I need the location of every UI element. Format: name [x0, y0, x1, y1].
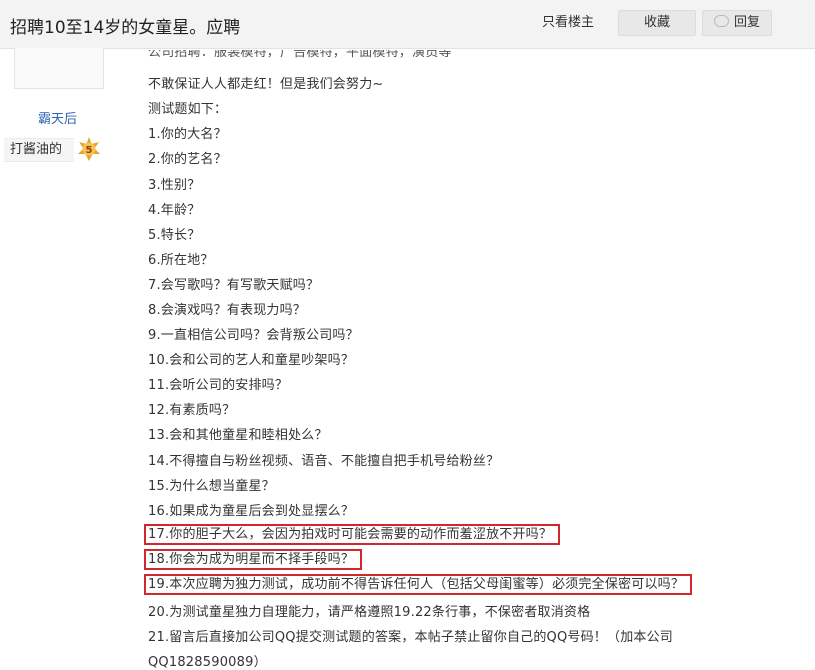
- post-line: 15.为什么想当童星？: [148, 479, 275, 494]
- post-line: 1.你的大名？: [148, 127, 227, 142]
- author-username[interactable]: 霸天后: [0, 108, 115, 127]
- thread-header: 招聘10至14岁的女童星。应聘 只看楼主 收藏 回复: [0, 0, 815, 49]
- avatar[interactable]: [14, 48, 104, 89]
- reply-button[interactable]: 回复: [702, 10, 772, 36]
- thread-title: 招聘10至14岁的女童星。应聘: [10, 18, 241, 38]
- highlighted-question-17: 17.你的胆子大么，会因为拍戏时可能会需要的动作而羞涩放不开吗？: [144, 524, 561, 545]
- level-number: 5: [86, 145, 93, 156]
- reply-button-label: 回复: [733, 15, 760, 30]
- post-line: 5.特长？: [148, 228, 201, 243]
- level-name[interactable]: 打酱油的: [4, 138, 74, 162]
- author-level: 打酱油的 5: [4, 136, 112, 162]
- post-line: 10.会和公司的艺人和童星吵架吗？: [148, 353, 355, 368]
- only-view-op-button[interactable]: 只看楼主: [528, 10, 608, 36]
- post-line: 7.会写歌吗？有写歌天赋吗？: [148, 278, 320, 293]
- post-line: 测试题如下：: [148, 102, 228, 117]
- post-line: 2.你的艺名？: [148, 152, 227, 167]
- post-line: 13.会和其他童星和睦相处么？: [148, 428, 328, 443]
- favorite-button[interactable]: 收藏: [618, 10, 696, 36]
- post-line: 20.为测试童星独力自理能力，请严格遵照19.22条行事，不保密者取消资格: [148, 605, 591, 620]
- author-sidebar: 霸天后 打酱油的 5: [0, 48, 115, 667]
- post-line: 6.所在地？: [148, 253, 214, 268]
- post-line: 不敢保证人人都走红！但是我们会努力~: [148, 77, 384, 92]
- post-line: 4.年龄？: [148, 203, 201, 218]
- reply-icon: [713, 15, 729, 27]
- post-line: 公司招聘：服装模特，广告模特，平面模特，演员等: [148, 50, 452, 60]
- post-line: 14.不得擅自与粉丝视频、语音、不能擅自把手机号给粉丝？: [148, 454, 500, 469]
- post-line: 11.会听公司的安排吗？: [148, 378, 289, 393]
- highlighted-question-19: 19.本次应聘为独力测试，成功前不得告诉任何人（包括父母闺蜜等）必须完全保密可以…: [144, 574, 693, 595]
- post-line: 3.性别？: [148, 178, 201, 193]
- post-line: 21.留言后直接加公司QQ提交测试题的答案，本帖子禁止留你自己的QQ号码！（加本…: [148, 630, 674, 645]
- post-line: QQ1828590089）: [148, 655, 267, 670]
- post-line: 8.会演戏吗？有表现力吗？: [148, 303, 307, 318]
- level-badge-icon: 5: [78, 137, 100, 161]
- post-line: 9.一直相信公司吗？会背叛公司吗？: [148, 328, 359, 343]
- post-line: 16.如果成为童星后会到处显摆么？: [148, 504, 355, 519]
- highlighted-question-18: 18.你会为成为明星而不择手段吗？: [144, 549, 363, 570]
- post-line: 12.有素质吗？: [148, 403, 236, 418]
